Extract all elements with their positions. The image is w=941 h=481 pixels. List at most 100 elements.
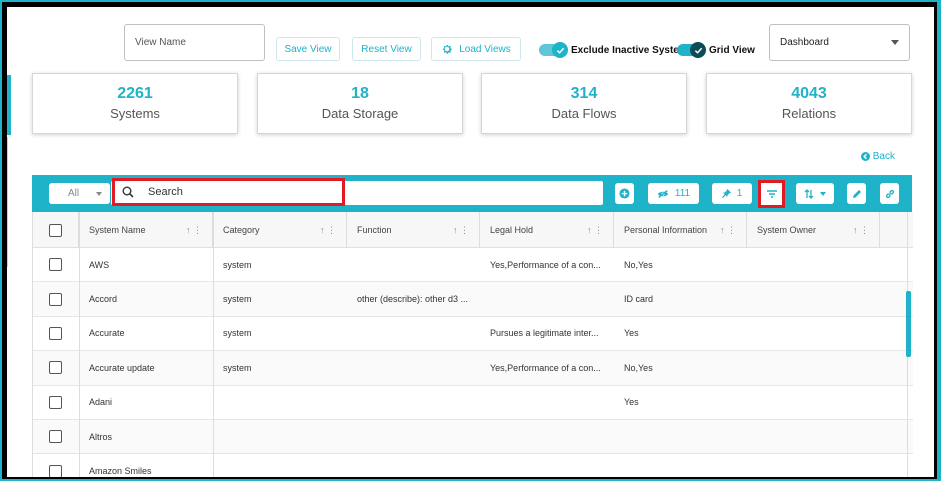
stat-value: 18 [351, 85, 369, 102]
row-checkbox[interactable] [49, 258, 62, 272]
column-header-system-name[interactable]: System Name ↑ ⋮ [79, 212, 213, 248]
table-row[interactable]: Amazon Smiles [33, 454, 913, 477]
row-select-cell [33, 420, 79, 453]
cell-category: system [223, 328, 252, 339]
column-header-personal-information[interactable]: Personal Information ↑ ⋮ [614, 212, 747, 248]
cell-personal-info: Yes [624, 328, 639, 339]
add-button[interactable] [615, 183, 634, 204]
row-select-cell [33, 248, 79, 281]
link-icon [885, 189, 894, 198]
stat-card-data-flows[interactable]: 314 Data Flows [481, 73, 687, 134]
row-checkbox[interactable] [49, 292, 62, 306]
column-header-legal-hold[interactable]: Legal Hold ↑ ⋮ [480, 212, 614, 248]
edit-button[interactable] [847, 183, 866, 204]
row-checkbox[interactable] [49, 395, 62, 409]
cell-category: system [223, 259, 252, 270]
plus-circle-icon [619, 188, 630, 199]
cell-category [213, 420, 347, 453]
row-checkbox[interactable] [49, 464, 62, 477]
pinned-columns-button[interactable]: 1 [712, 183, 752, 204]
filter-icon [766, 190, 777, 198]
column-label: Function [357, 225, 392, 235]
stat-label: Relations [781, 106, 837, 121]
stat-label: Data Flows [551, 106, 617, 121]
column-header-function[interactable]: Function ↑ ⋮ [347, 212, 480, 248]
cell-legal-hold [480, 386, 614, 419]
cell-personal-info: ID card [624, 294, 654, 305]
cell-owner [747, 386, 880, 419]
sort-arrows-icon [804, 188, 814, 199]
left-edge-line [7, 137, 8, 267]
sort-menu-icon[interactable]: ↑ ⋮ [587, 225, 603, 236]
table-row[interactable]: Altros [33, 420, 913, 455]
cell-category [213, 454, 347, 477]
row-checkbox[interactable] [49, 430, 62, 444]
table-row[interactable]: AWS system Yes,Performance of a con... No,Y… [33, 248, 913, 283]
table-row[interactable]: Accord system other (describe): other d3 .… [33, 282, 913, 317]
stat-card-systems[interactable]: 2261 Systems [32, 73, 238, 134]
column-divider [79, 212, 80, 477]
cell-name: Altros [89, 431, 113, 442]
sort-menu-icon[interactable]: ↑ ⋮ [853, 225, 869, 236]
cell-function [347, 351, 480, 384]
dashboard-select[interactable]: Dashboard [769, 24, 910, 61]
table-toolbar: All 111 1 [32, 175, 912, 212]
cell-personal-info: No,Yes [624, 362, 653, 373]
cell-category: system [223, 294, 252, 305]
cell-function [347, 454, 480, 477]
row-checkbox[interactable] [49, 361, 62, 375]
grid-view-label: Grid View [709, 44, 755, 56]
cell-owner [747, 351, 880, 384]
sort-menu-icon[interactable]: ↑ ⋮ [720, 225, 736, 236]
table-row[interactable]: Accurate update system Yes,Performance of … [33, 351, 913, 386]
sort-menu-icon[interactable]: ↑ ⋮ [453, 225, 469, 236]
cell-personal-info: Yes [624, 397, 639, 408]
systems-table: System Name ↑ ⋮ Category ↑ ⋮ Function ↑ … [32, 212, 913, 477]
table-scrollbar[interactable] [906, 291, 911, 357]
table-row[interactable]: Adani Yes [33, 386, 913, 420]
cell-legal-hold: Yes,Performance of a con... [490, 362, 601, 373]
check-icon [690, 42, 706, 58]
stat-card-data-storage[interactable]: 18 Data Storage [257, 73, 463, 134]
caret-down-icon [820, 191, 826, 196]
gear-icon [443, 44, 453, 54]
reset-view-button[interactable]: Reset View [352, 37, 421, 61]
row-select-cell [33, 386, 79, 419]
load-views-label: Load Views [459, 43, 511, 55]
view-name-input[interactable] [124, 24, 265, 61]
column-header-system-owner[interactable]: System Owner ↑ ⋮ [747, 212, 880, 248]
dashboard-select-value: Dashboard [780, 37, 829, 48]
column-label: Personal Information [624, 225, 708, 235]
exclude-inactive-toggle[interactable]: Exclude Inactive Systems [539, 42, 693, 58]
sort-menu-icon[interactable]: ↑ ⋮ [320, 225, 336, 236]
column-header-category[interactable]: Category ↑ ⋮ [213, 212, 347, 248]
cell-function [347, 317, 480, 350]
search-input[interactable] [148, 186, 318, 198]
cell-owner [747, 454, 880, 477]
load-views-button[interactable]: Load Views [431, 37, 521, 61]
hidden-columns-button[interactable]: 111 [648, 183, 699, 204]
filter-button[interactable] [758, 180, 785, 208]
row-checkbox[interactable] [49, 326, 62, 340]
stat-value: 314 [570, 85, 598, 102]
cell-category [213, 386, 347, 419]
grid-view-toggle[interactable]: Grid View [677, 42, 755, 58]
select-all-checkbox[interactable] [49, 223, 62, 237]
back-arrow-icon [860, 152, 870, 161]
cell-owner [747, 248, 880, 281]
toggle-track [539, 42, 568, 58]
cell-personal-info [614, 454, 747, 477]
column-label: System Name [89, 225, 146, 235]
table-row[interactable]: Accurate system Pursues a legitimate inter… [33, 317, 913, 352]
back-link[interactable]: Back [860, 151, 895, 162]
scope-select[interactable]: All [49, 183, 110, 204]
sort-menu-icon[interactable]: ↑ ⋮ [186, 225, 202, 236]
cell-category: system [223, 362, 252, 373]
cell-name: Accurate [89, 328, 125, 339]
sort-button[interactable] [796, 183, 834, 204]
toggle-track [677, 42, 706, 58]
link-button[interactable] [880, 183, 899, 204]
save-view-button[interactable]: Save View [276, 37, 340, 61]
pin-icon [721, 189, 731, 198]
stat-card-relations[interactable]: 4043 Relations [706, 73, 912, 134]
